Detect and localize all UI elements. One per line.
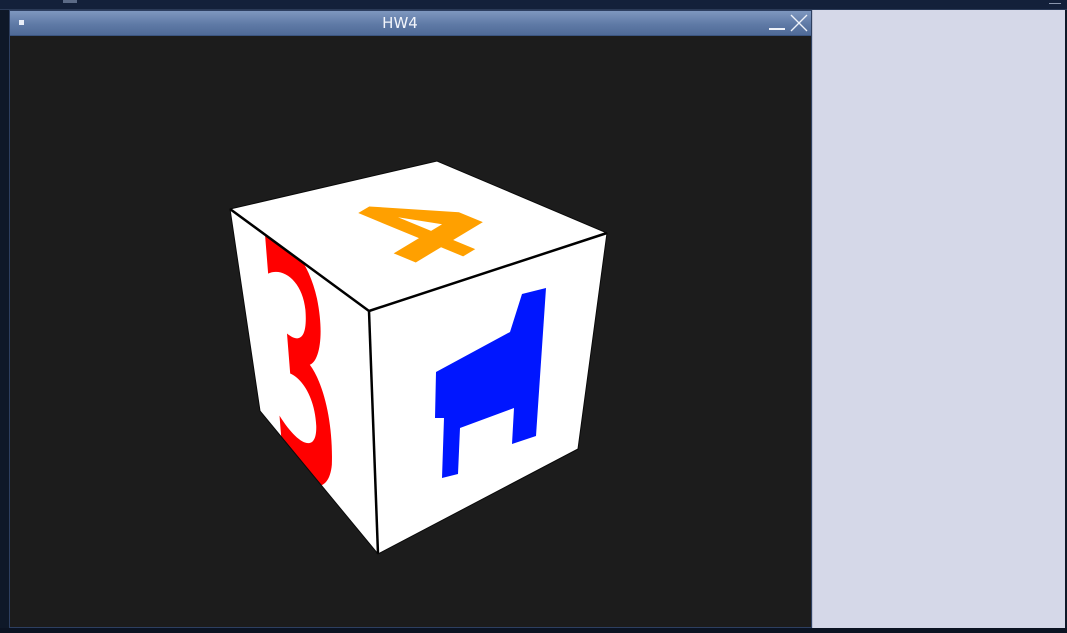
side-panel (812, 10, 1065, 628)
minimize-icon[interactable] (767, 15, 787, 31)
close-icon[interactable] (789, 13, 809, 33)
panel-indicator-right (1049, 3, 1061, 4)
desktop: HW4 (0, 0, 1067, 633)
close-icon-glyph (790, 14, 808, 32)
window-title: HW4 (382, 14, 418, 32)
hw4-window: HW4 (9, 10, 812, 628)
panel-indicator (63, 0, 77, 3)
window-titlebar[interactable]: HW4 (10, 11, 811, 36)
cube-render (229, 160, 608, 555)
top-panel (0, 0, 1067, 10)
bottom-panel (0, 628, 1067, 633)
opengl-viewport[interactable] (10, 36, 811, 627)
